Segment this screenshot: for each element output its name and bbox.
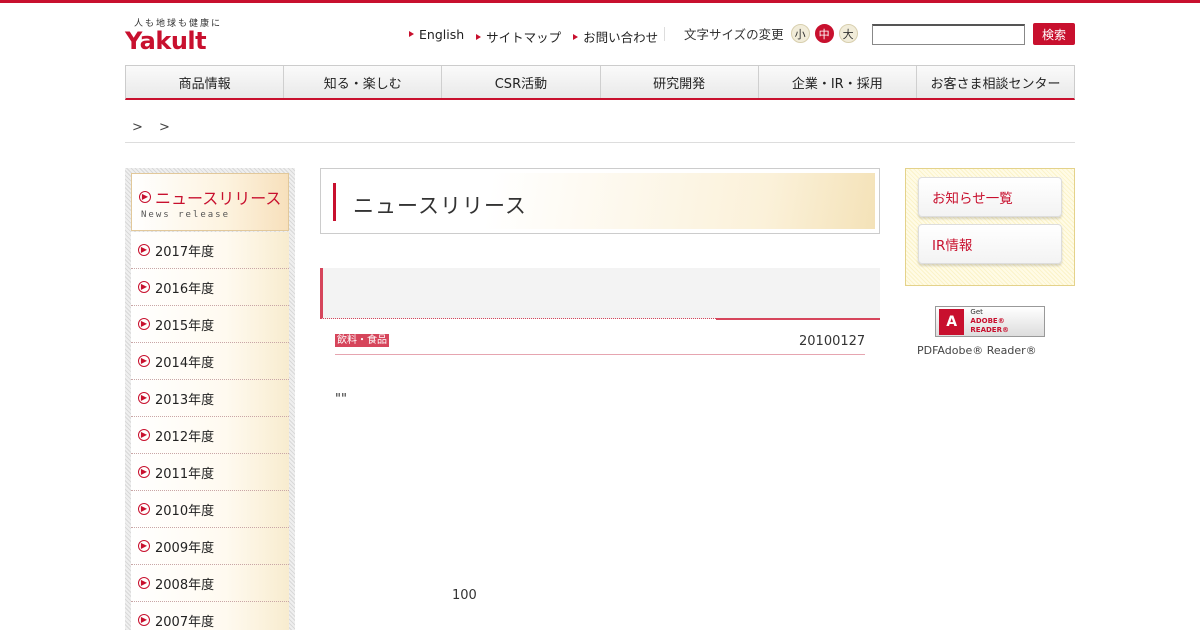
page-title-inner: ニュースリリース bbox=[325, 173, 875, 229]
search-input[interactable] bbox=[872, 24, 1025, 45]
title-accent-bar bbox=[333, 183, 336, 221]
arrow-icon: ▶ bbox=[138, 318, 150, 330]
nav-item-products[interactable]: 商品情報 bbox=[126, 66, 285, 98]
arrow-icon: ▶ bbox=[138, 540, 150, 552]
header-divider bbox=[664, 27, 665, 41]
font-size-switcher: 文字サイズの変更 小 中 大 bbox=[684, 24, 858, 43]
right-panel: お知らせ一覧 IR情報 bbox=[905, 168, 1075, 286]
sidebar-item-2008[interactable]: ▶ 2008年度 bbox=[131, 565, 289, 602]
sidebar-item-label: 2014年度 bbox=[155, 355, 215, 371]
sidebar-item-2012[interactable]: ▶ 2012年度 bbox=[131, 417, 289, 454]
english-link[interactable]: English bbox=[409, 27, 464, 46]
sidebar-item-label: 2011年度 bbox=[155, 466, 215, 482]
sidebar-item-2016[interactable]: ▶ 2016年度 bbox=[131, 269, 289, 306]
sidebar-item-2011[interactable]: ▶ 2011年度 bbox=[131, 454, 289, 491]
font-size-small-button[interactable]: 小 bbox=[790, 24, 810, 43]
sidebar-title-text: ニュースリリース bbox=[155, 189, 282, 208]
page-title: ニュースリリース bbox=[353, 194, 527, 218]
heading-underline bbox=[716, 318, 880, 320]
adobe-label: Get ADOBE® READER® bbox=[970, 308, 1044, 335]
arrow-icon: ▶ bbox=[138, 503, 150, 515]
global-nav: 商品情報 知る・楽しむ CSR活動 研究開発 企業・IR・採用 お客さま相談セン… bbox=[125, 65, 1075, 100]
year-list: ▶ 2017年度 ▶ 2016年度 ▶ 2015年度 ▶ 2014年度 ▶ 2013年度 … bbox=[131, 232, 289, 630]
category-badge: 飲料・食品 bbox=[335, 334, 389, 347]
adobe-get-text: Get bbox=[970, 308, 983, 316]
sidebar-item-2013[interactable]: ▶ 2013年度 bbox=[131, 380, 289, 417]
sidebar-item-label: 2008年度 bbox=[155, 577, 215, 593]
header-links: English サイトマップ お問い合わせ bbox=[409, 27, 658, 46]
arrow-icon: ▶ bbox=[138, 355, 150, 367]
sidebar-item-label: 2007年度 bbox=[155, 614, 215, 630]
contact-link[interactable]: お問い合わせ bbox=[573, 27, 658, 46]
count-text: 100 bbox=[452, 588, 477, 603]
arrow-icon: ▶ bbox=[138, 281, 150, 293]
page-title-box: ニュースリリース bbox=[320, 168, 880, 234]
search-button[interactable]: 検索 bbox=[1033, 23, 1075, 45]
sidebar-item-label: 2016年度 bbox=[155, 281, 215, 297]
font-size-label: 文字サイズの変更 bbox=[684, 27, 784, 42]
article-body: "" bbox=[335, 392, 347, 407]
sidebar-item-2015[interactable]: ▶ 2015年度 bbox=[131, 306, 289, 343]
sidebar-item-label: 2015年度 bbox=[155, 318, 215, 334]
arrow-icon: ▶ bbox=[139, 191, 151, 203]
sidebar-item-2009[interactable]: ▶ 2009年度 bbox=[131, 528, 289, 565]
sidebar-item-2017[interactable]: ▶ 2017年度 bbox=[131, 232, 289, 269]
divider bbox=[335, 354, 865, 355]
sidebar-item-label: 2009年度 bbox=[155, 540, 215, 556]
get-adobe-reader-button[interactable]: A Get ADOBE® READER® bbox=[935, 306, 1045, 337]
sidebar-item-2014[interactable]: ▶ 2014年度 bbox=[131, 343, 289, 380]
sidebar-item-label: 2017年度 bbox=[155, 244, 215, 260]
nav-item-corporate[interactable]: 企業・IR・採用 bbox=[759, 66, 917, 98]
arrow-icon: ▶ bbox=[138, 392, 150, 404]
nav-item-learn[interactable]: 知る・楽しむ bbox=[284, 66, 443, 98]
adobe-pdf-icon: A bbox=[939, 308, 965, 335]
yakult-logo[interactable]: 人も地球も健康に Yakult bbox=[125, 15, 241, 55]
sidebar-subtitle: News release bbox=[141, 210, 231, 220]
sidebar-item-label: 2013年度 bbox=[155, 392, 215, 408]
sidebar-item-2007[interactable]: ▶ 2007年度 bbox=[131, 602, 289, 630]
logo-brand: Yakult bbox=[125, 27, 207, 55]
adobe-name-text: ADOBE® READER® bbox=[970, 317, 1009, 334]
sidebar-title: ▶ ニュースリリース bbox=[139, 185, 281, 209]
nav-item-support[interactable]: お客さま相談センター bbox=[917, 66, 1074, 98]
sidebar: ▶ ニュースリリース News release ▶ 2017年度 ▶ 2016年度 ▶… bbox=[125, 168, 295, 630]
nav-item-research[interactable]: 研究開発 bbox=[601, 66, 759, 98]
font-size-large-button[interactable]: 大 bbox=[838, 24, 858, 43]
top-accent-line bbox=[0, 0, 1200, 3]
sidebar-item-label: 2012年度 bbox=[155, 429, 215, 445]
arrow-icon: ▶ bbox=[138, 577, 150, 589]
breadcrumb: > > bbox=[125, 115, 1075, 143]
release-date: 20100127 bbox=[799, 334, 866, 349]
article-heading-box bbox=[320, 268, 880, 320]
pdf-note: PDFAdobe® Reader® bbox=[917, 344, 1037, 357]
ir-info-button[interactable]: IR情報 bbox=[918, 224, 1062, 264]
sidebar-header[interactable]: ▶ ニュースリリース News release bbox=[131, 173, 289, 231]
sitemap-link[interactable]: サイトマップ bbox=[476, 27, 561, 46]
sidebar-item-label: 2010年度 bbox=[155, 503, 215, 519]
notice-list-button[interactable]: お知らせ一覧 bbox=[918, 177, 1062, 217]
arrow-icon: ▶ bbox=[138, 244, 150, 256]
arrow-icon: ▶ bbox=[138, 614, 150, 626]
font-size-medium-button[interactable]: 中 bbox=[814, 24, 834, 43]
arrow-icon: ▶ bbox=[138, 466, 150, 478]
nav-item-csr[interactable]: CSR活動 bbox=[442, 66, 601, 98]
arrow-icon: ▶ bbox=[138, 429, 150, 441]
sidebar-item-2010[interactable]: ▶ 2010年度 bbox=[131, 491, 289, 528]
